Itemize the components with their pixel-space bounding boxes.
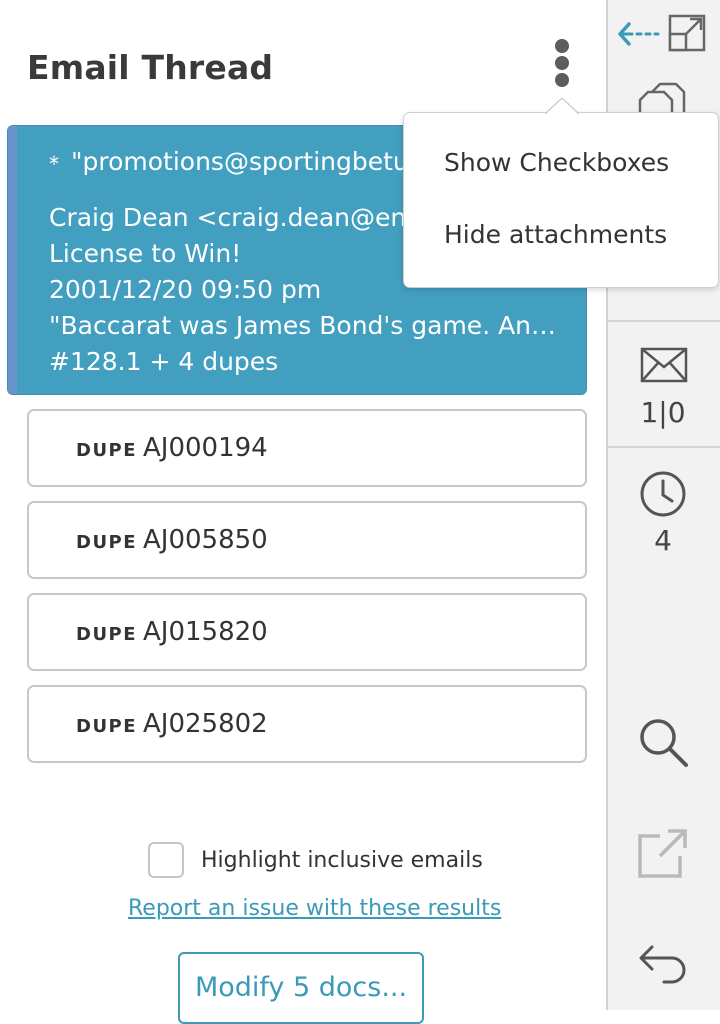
expand-icon[interactable] <box>668 14 706 52</box>
card-accent-bar <box>8 126 17 394</box>
dupe-tag: DUPE <box>76 716 138 737</box>
more-options-icon[interactable] <box>550 36 574 88</box>
dupe-row[interactable]: DUPE AJ000194 <box>27 409 587 487</box>
sidebar-divider <box>608 446 720 448</box>
modify-docs-button[interactable]: Modify 5 docs... <box>178 952 424 1024</box>
dupe-row[interactable]: DUPE AJ015820 <box>27 593 587 671</box>
page-title: Email Thread <box>27 48 274 87</box>
sidebar-divider <box>608 320 720 322</box>
menu-caret <box>545 98 579 114</box>
dupe-doc-id: AJ000194 <box>143 433 268 463</box>
report-issue-link[interactable]: Report an issue with these results <box>128 896 501 921</box>
dupe-row[interactable]: DUPE AJ005850 <box>27 501 587 579</box>
dupe-tag: DUPE <box>76 440 138 461</box>
highlight-inclusive-label: Highlight inclusive emails <box>201 848 483 873</box>
collapse-arrow-icon[interactable] <box>618 20 660 48</box>
envelope-icon[interactable] <box>640 347 688 383</box>
menu-item-hide-attachments[interactable]: Hide attachments <box>444 220 667 249</box>
email-count: 1|0 <box>640 396 686 429</box>
dupe-doc-id: AJ005850 <box>143 525 268 555</box>
options-menu: Show Checkboxes Hide attachments <box>403 98 719 288</box>
documents-icon[interactable] <box>638 82 690 114</box>
history-count: 4 <box>654 524 672 557</box>
external-link-icon[interactable] <box>638 828 688 878</box>
highlight-inclusive-checkbox[interactable] <box>148 842 184 878</box>
menu-item-show-checkboxes[interactable]: Show Checkboxes <box>444 148 669 177</box>
email-summary: #128.1 + 4 dupes <box>49 347 279 376</box>
star-icon: * <box>49 152 59 176</box>
search-icon[interactable] <box>638 717 690 769</box>
dupe-tag: DUPE <box>76 532 138 553</box>
dupe-tag: DUPE <box>76 624 138 645</box>
clock-icon[interactable] <box>639 470 687 518</box>
dupe-doc-id: AJ025802 <box>143 709 268 739</box>
dupe-row[interactable]: DUPE AJ025802 <box>27 685 587 763</box>
dupe-doc-id: AJ015820 <box>143 617 268 647</box>
email-snippet: "Baccarat was James Bond's game. And a..… <box>49 311 566 340</box>
undo-icon[interactable] <box>638 944 688 984</box>
